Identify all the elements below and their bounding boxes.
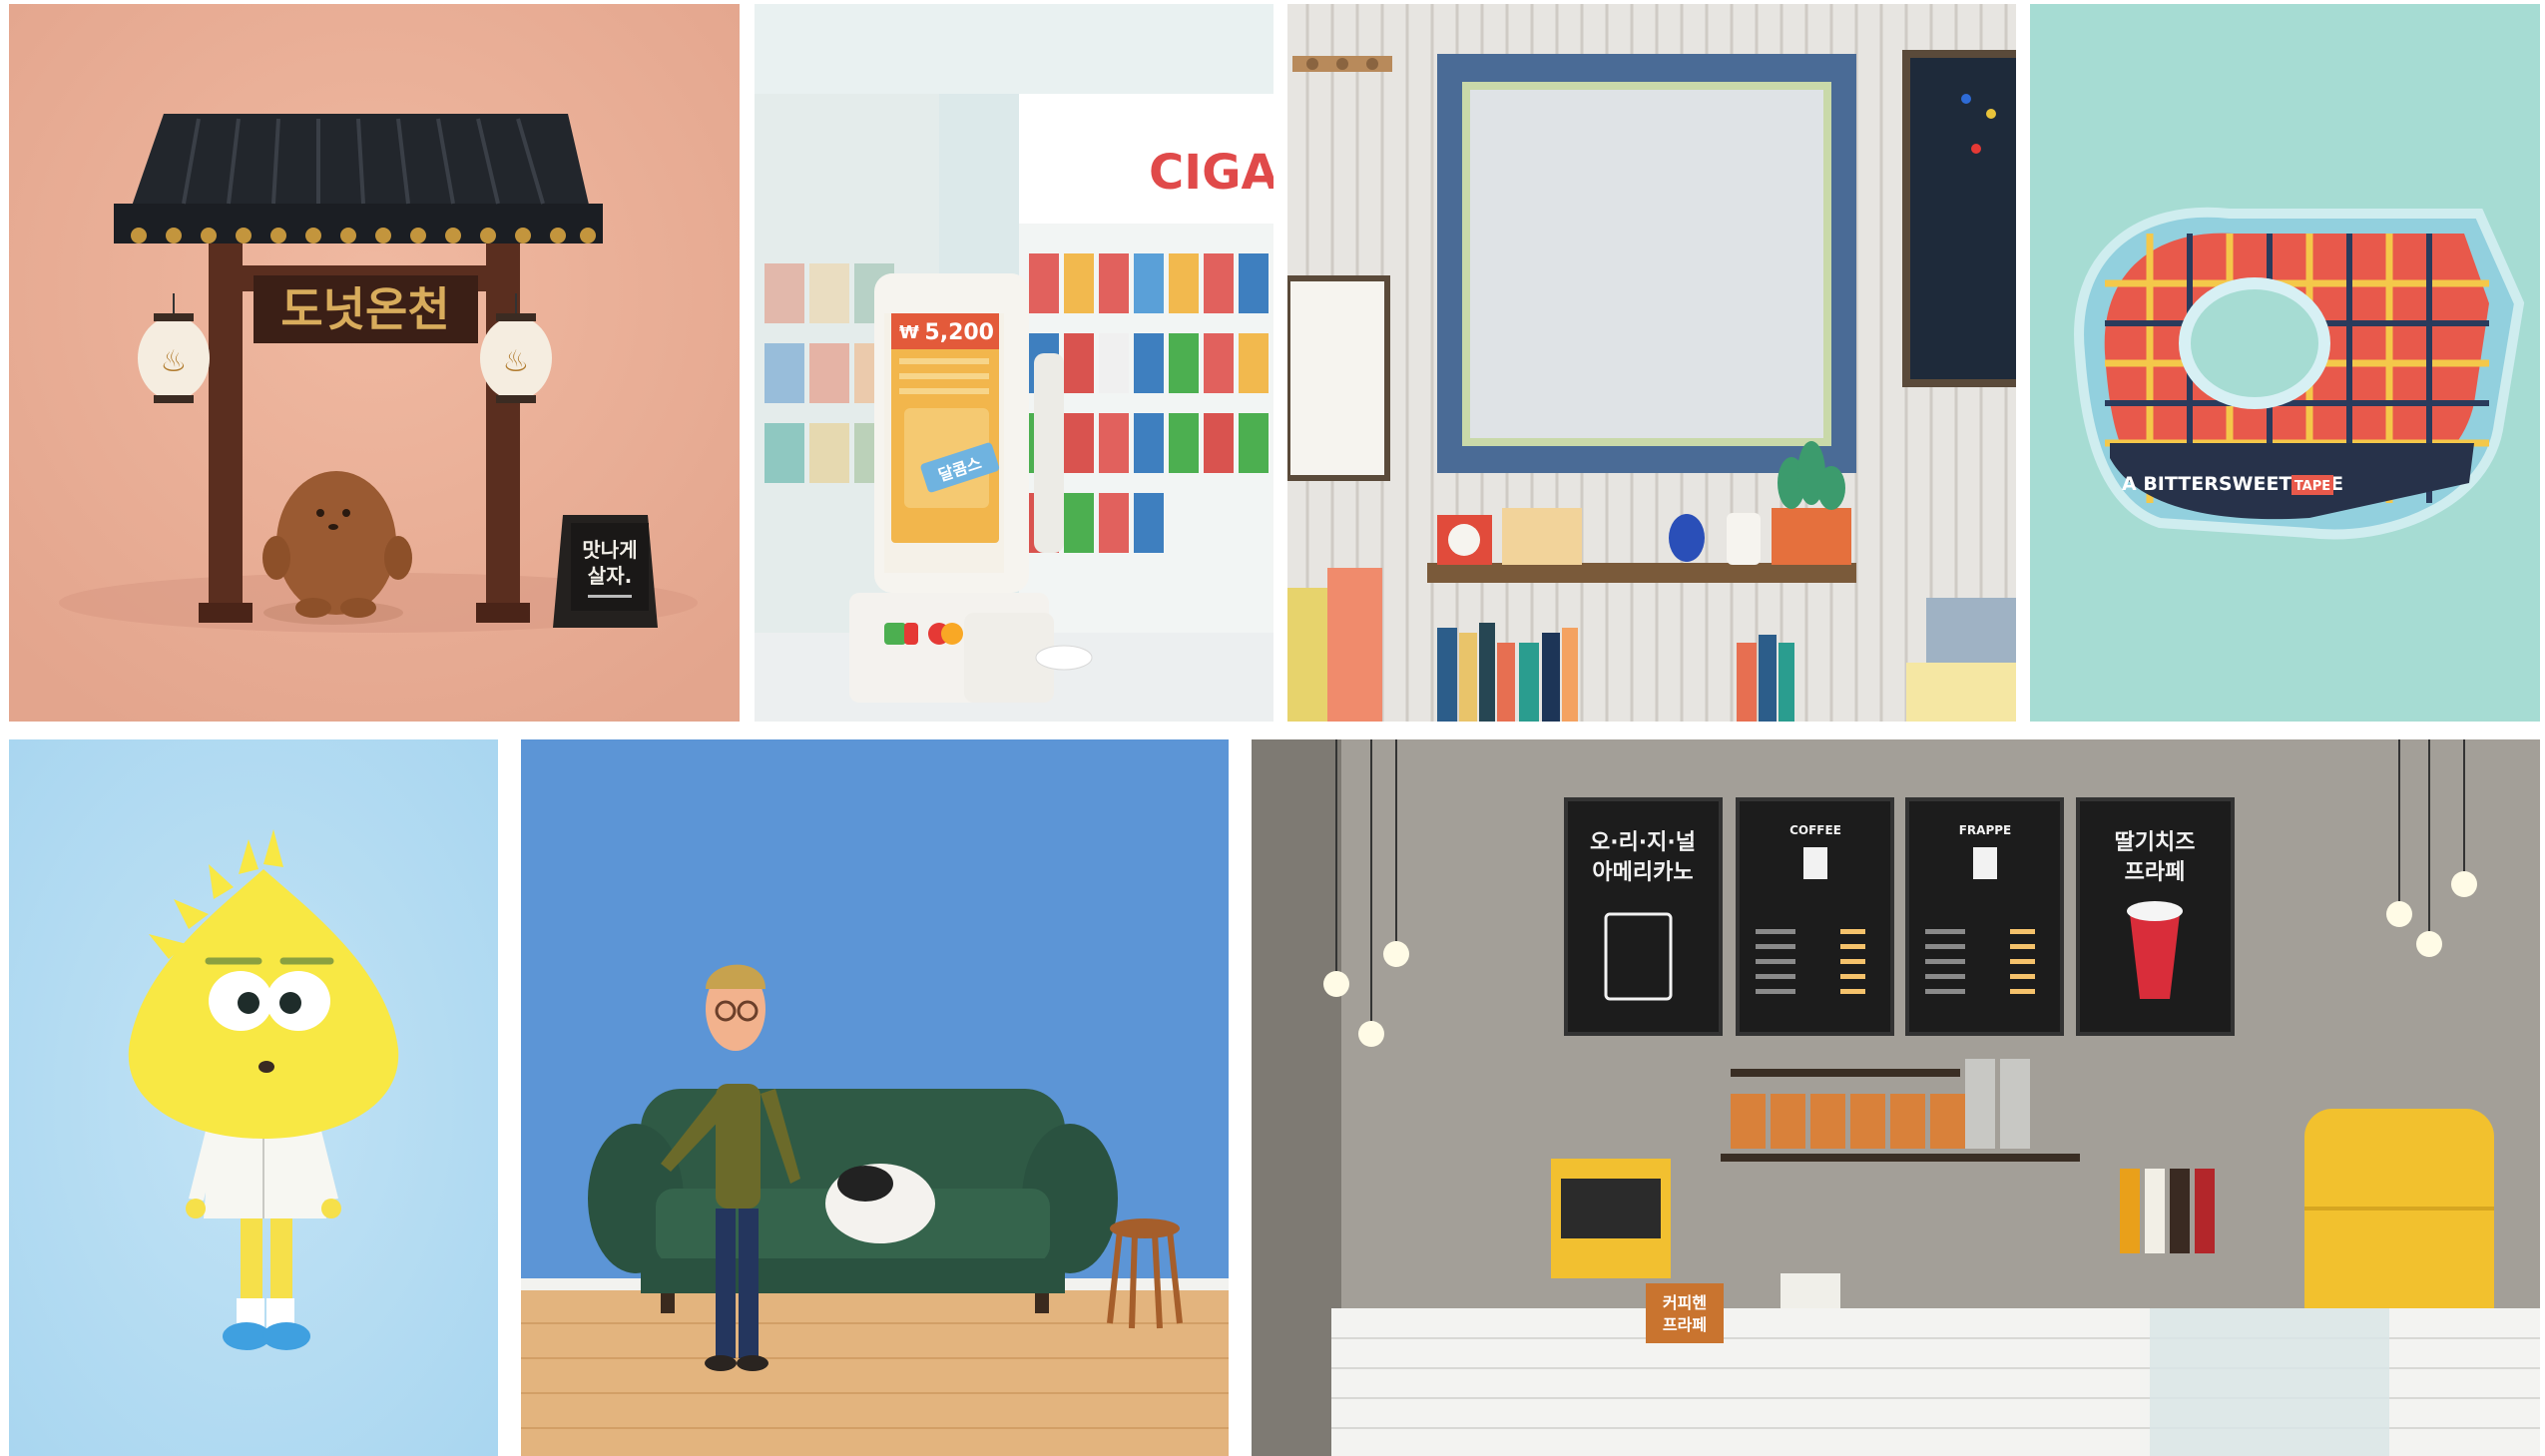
- tile-room-shelf[interactable]: [1287, 4, 2016, 722]
- a-frame-sign: 맛나게 살자.: [553, 515, 658, 628]
- menu-board-2-title: COFFEE: [1789, 823, 1841, 837]
- right-post: [486, 243, 520, 613]
- gate-signboard-text: 도넛온천: [280, 282, 449, 336]
- hot-spring-icon: ♨: [161, 344, 188, 379]
- bathhouse-gate-illustration: 도넛온천 ♨ ♨ 맛나게 살자.: [9, 4, 740, 722]
- tile-convenience-store-pos[interactable]: CIGA ₩ 5,200 달콤스: [755, 4, 1273, 722]
- counter-sign-line1: 커피헨: [1663, 1293, 1707, 1312]
- menu-board-1-line1: 오·리·지·널: [1590, 830, 1696, 855]
- tape-badge: TAPE: [2294, 479, 2330, 494]
- menu-board-3-title: FRAPPE: [1959, 823, 2012, 837]
- counter-sign-line2: 프라페: [1663, 1315, 1707, 1334]
- a-frame-sign-line1: 맛나게: [582, 538, 637, 562]
- pos-amount: 5,200: [924, 320, 994, 345]
- store-sign-text: CIGA: [1149, 145, 1273, 201]
- tile-yellow-character[interactable]: [9, 739, 498, 1456]
- menu-board-americano: 오·리·지·널 아메리카노: [1564, 797, 1723, 1036]
- room-shelf-illustration: [1287, 4, 2016, 722]
- left-post: [209, 243, 243, 613]
- a-frame-sign-line2: 살자.: [588, 564, 632, 588]
- menu-board-frappe: FRAPPE: [1905, 797, 2064, 1036]
- menu-board-1-line2: 아메리카노: [1592, 860, 1693, 885]
- tape-dispenser-illustration: A BITTERSWEET LIFE TAPE: [2030, 4, 2540, 722]
- counter-sign: 커피헨 프라페: [1646, 1283, 1724, 1343]
- menu-board-coffee: COFFEE: [1736, 797, 1894, 1036]
- tile-bathhouse-gate[interactable]: 도넛온천 ♨ ♨ 맛나게 살자.: [9, 4, 740, 722]
- blackboard: [1902, 50, 2016, 387]
- espresso-machine: [1551, 1159, 1671, 1278]
- tile-tape-dispenser[interactable]: A BITTERSWEET LIFE TAPE: [2030, 4, 2540, 722]
- wall-shelf: [1427, 563, 1856, 583]
- menu-board-strawberry-frappe: 딸기치즈 프라페: [2076, 797, 2235, 1036]
- yellow-character-illustration: [9, 739, 498, 1456]
- convenience-store-illustration: CIGA ₩ 5,200 달콤스: [755, 4, 1273, 722]
- tile-cafe-counter[interactable]: 오·리·지·널 아메리카노 COFFEE FRAPPE 딸기치즈 프라페 커피헨…: [1252, 739, 2540, 1456]
- menu-board-4-line2: 프라페: [2125, 860, 2186, 885]
- menu-board-4-line1: 딸기치즈: [2115, 830, 2196, 855]
- display-case: [2150, 1308, 2389, 1456]
- man-on-sofa-illustration: [521, 739, 1229, 1456]
- tile-man-on-sofa[interactable]: [521, 739, 1229, 1456]
- wooden-floor: [521, 1290, 1229, 1456]
- hot-spring-icon: ♨: [503, 344, 530, 379]
- pos-currency: ₩: [899, 322, 919, 343]
- cafe-counter-illustration: 오·리·지·널 아메리카노 COFFEE FRAPPE 딸기치즈 프라페 커피헨…: [1252, 739, 2540, 1456]
- clipboard: [1287, 275, 1390, 481]
